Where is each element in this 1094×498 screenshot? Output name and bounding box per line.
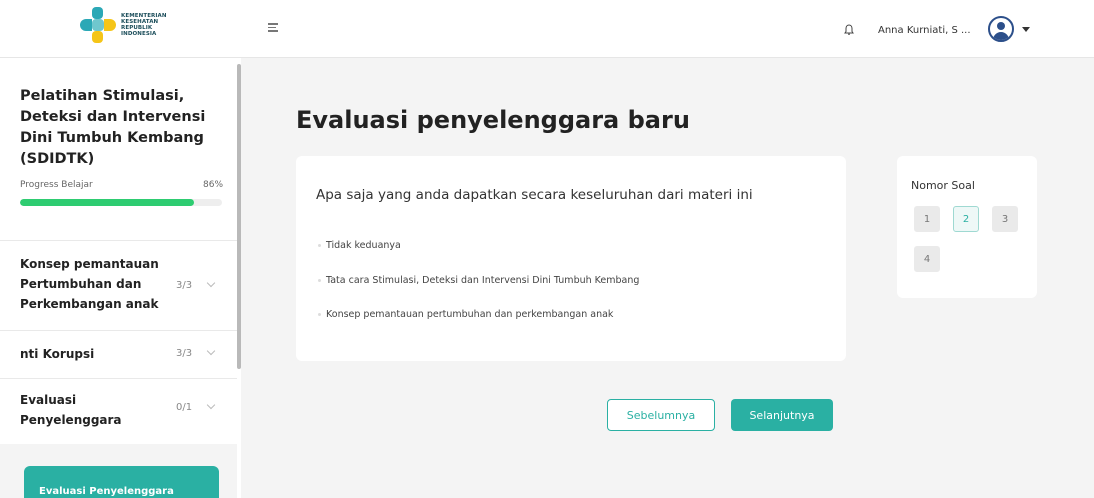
module-anti-korupsi[interactable]: nti Korupsi 3/3 <box>0 330 237 378</box>
module-count: 3/3 <box>176 348 193 359</box>
previous-button[interactable]: Sebelumnya <box>607 399 715 431</box>
progress-bar <box>20 199 222 206</box>
caret-down-icon[interactable] <box>1022 27 1030 32</box>
question-number-button[interactable]: 1 <box>914 206 940 232</box>
bell-icon[interactable] <box>844 24 854 36</box>
question-number-button[interactable]: 2 <box>953 206 979 232</box>
subitem-label: Evaluasi Penyelenggara <box>39 486 174 497</box>
answer-option[interactable]: Tata cara Stimulasi, Deteksi dan Interve… <box>317 275 639 286</box>
top-bar: KEMENTERIAN KESEHATAN REPUBLIK INDONESIA… <box>0 0 1094 58</box>
subitem-evaluasi-penyelenggara[interactable]: Evaluasi Penyelenggara <box>24 466 219 498</box>
next-button[interactable]: Selanjutnya <box>731 399 833 431</box>
question-number-button[interactable]: 3 <box>992 206 1018 232</box>
page-title: Evaluasi penyelenggara baru <box>296 106 690 134</box>
module-count: 0/1 <box>176 402 193 413</box>
navigator-title: Nomor Soal <box>911 179 975 192</box>
username[interactable]: Anna Kurniati, S ... <box>878 25 971 36</box>
module-konsep-pemantauan[interactable]: Konsep pemantauan Pertumbuhan dan Perkem… <box>0 240 237 330</box>
logo-mark-icon <box>80 7 116 43</box>
question-number-button[interactable]: 4 <box>914 246 940 272</box>
answer-option[interactable]: Tidak keduanya <box>318 240 401 251</box>
logo-text: KEMENTERIAN KESEHATAN REPUBLIK INDONESIA <box>121 13 167 37</box>
kemenkes-logo[interactable]: KEMENTERIAN KESEHATAN REPUBLIK INDONESIA <box>80 7 167 43</box>
progress-label: Progress Belajar <box>20 180 93 190</box>
module-title: nti Korupsi <box>20 347 95 361</box>
answer-option[interactable]: Konsep pemantauan pertumbuhan dan perkem… <box>317 309 613 320</box>
chevron-down-icon[interactable] <box>206 346 216 356</box>
sidebar: Pelatihan Stimulasi, Deteksi dan Interve… <box>0 58 241 498</box>
module-title: Evaluasi Penyelenggara <box>20 393 122 427</box>
menu-icon[interactable] <box>268 23 278 32</box>
sidebar-scrollbar[interactable] <box>237 64 241 369</box>
progress-percent: 86% <box>203 180 224 190</box>
question-navigator: Nomor Soal 1 2 3 4 <box>897 156 1037 298</box>
module-evaluasi-penyelenggara[interactable]: Evaluasi Penyelenggara 0/1 <box>0 378 237 444</box>
course-title: Pelatihan Stimulasi, Deteksi dan Interve… <box>20 88 206 167</box>
progress-bar-fill <box>20 199 194 206</box>
module-title: Konsep pemantauan Pertumbuhan dan Perkem… <box>20 257 159 311</box>
question-card: Apa saja yang anda dapatkan secara kesel… <box>296 156 846 361</box>
chevron-down-icon[interactable] <box>206 278 216 288</box>
module-count: 3/3 <box>176 280 193 291</box>
chevron-down-icon[interactable] <box>206 400 216 410</box>
user-avatar-icon[interactable] <box>988 16 1014 42</box>
question-text: Apa saja yang anda dapatkan secara kesel… <box>316 187 753 203</box>
